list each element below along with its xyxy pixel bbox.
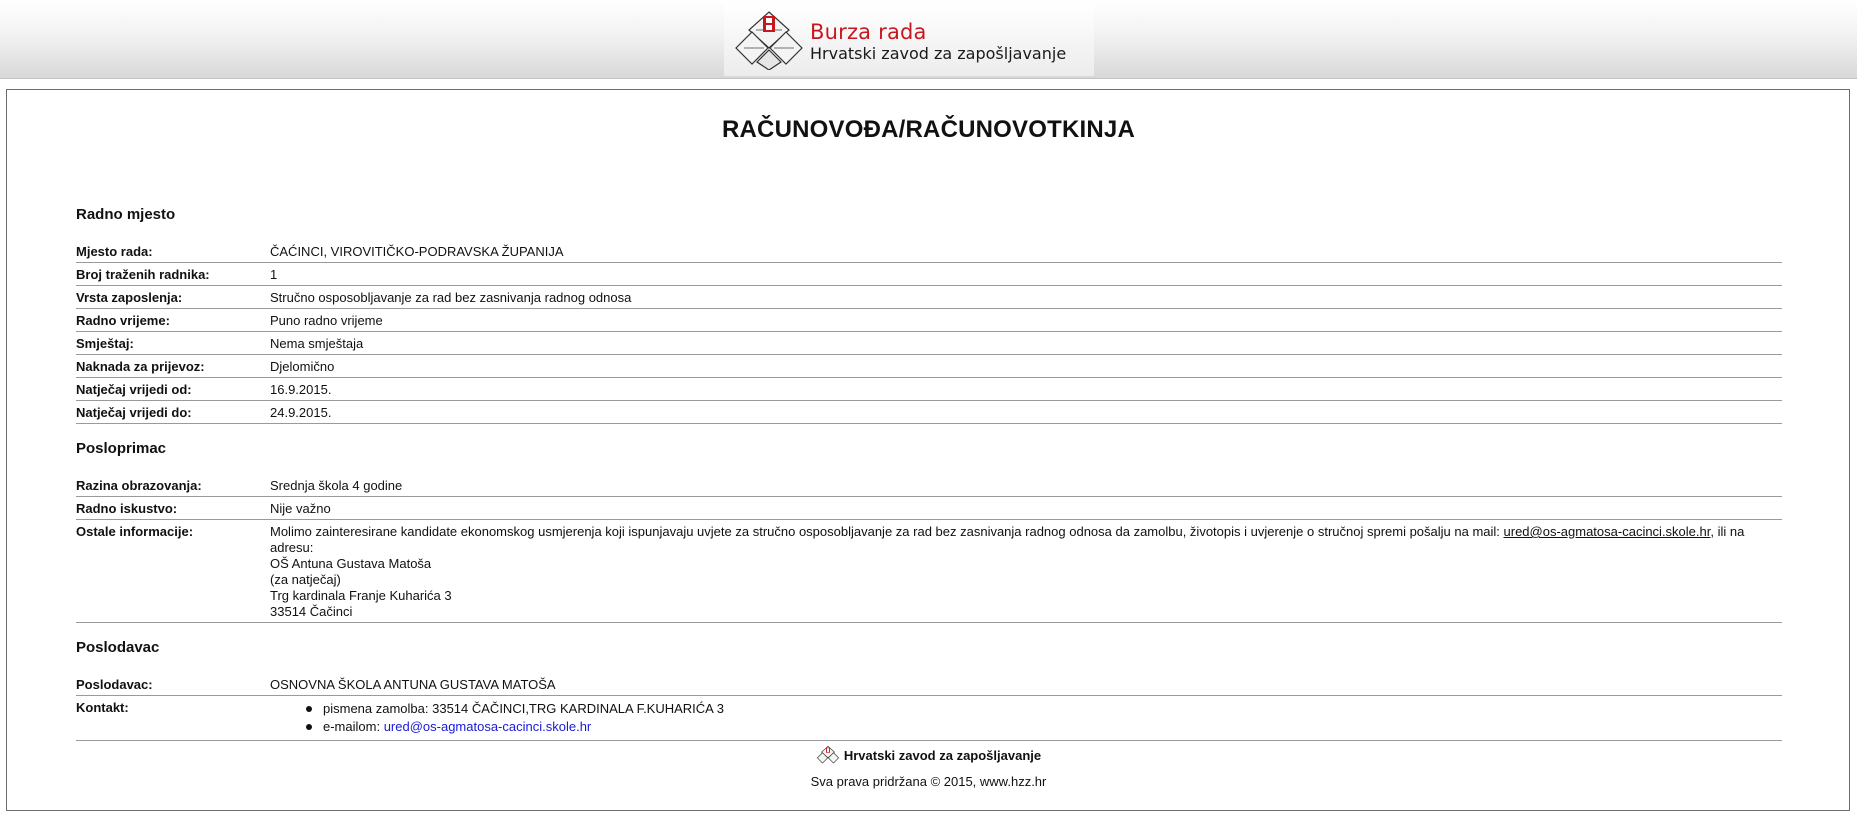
- brand-subtitle: Hrvatski zavod za zapošljavanje: [810, 44, 1067, 63]
- footer-org: Hrvatski zavod za zapošljavanje: [816, 745, 1041, 765]
- row-label: Ostale informacije:: [76, 524, 194, 539]
- row-value: ČAĆINCI, VIROVITIČKO-PODRAVSKA ŽUPANIJA: [270, 244, 564, 259]
- other-info-value: Molimo zainteresirane kandidate ekonomsk…: [270, 520, 1782, 622]
- page-title: RAČUNOVOĐA/RAČUNOVOTKINJA: [721, 116, 1135, 143]
- table-row: Ostale informacije: Molimo zainteresiran…: [76, 520, 1782, 623]
- list-item: e-mailom: ured@os-agmatosa-cacinci.skole…: [270, 718, 1782, 736]
- table-row: Vrsta zaposlenja: Stručno osposobljavanj…: [76, 286, 1782, 309]
- section-title-poslodavac: Poslodavac: [76, 639, 160, 656]
- table-row: Radno iskustvo: Nije važno: [76, 497, 1782, 520]
- row-label: Vrsta zaposlenja:: [76, 290, 183, 305]
- contact-value: pismena zamolba: 33514 ČAČINCI,TRG KARDI…: [270, 696, 1782, 740]
- table-row: Razina obrazovanja: Srednja škola 4 godi…: [76, 474, 1782, 497]
- email-link[interactable]: ured@os-agmatosa-cacinci.skole.hr: [1504, 524, 1711, 539]
- table-row: Kontakt: pismena zamolba: 33514 ČAČINCI,…: [76, 696, 1782, 741]
- row-value: Nema smještaja: [270, 336, 364, 351]
- top-banner: Burza rada Hrvatski zavod za zapošljavan…: [0, 0, 1857, 79]
- row-label: Radno vrijeme:: [76, 313, 170, 328]
- address-line: (za natječaj): [270, 572, 341, 587]
- poslodavac-table: Poslodavac: OSNOVNA ŠKOLA ANTUNA GUSTAVA…: [76, 673, 1782, 741]
- row-label: Natječaj vrijedi od:: [76, 382, 192, 397]
- row-value: 1: [270, 267, 278, 282]
- list-item: pismena zamolba: 33514 ČAČINCI,TRG KARDI…: [270, 700, 1782, 718]
- contact-email-prefix: e-mailom:: [323, 719, 384, 734]
- brand-logo[interactable]: Burza rada Hrvatski zavod za zapošljavan…: [724, 4, 1094, 76]
- row-value: Stručno osposobljavanje za rad bez zasni…: [270, 290, 632, 305]
- contact-list: pismena zamolba: 33514 ČAČINCI,TRG KARDI…: [270, 700, 1782, 738]
- table-row: Naknada za prijevoz: Djelomično: [76, 355, 1782, 378]
- section-title-posloprimac: Posloprimac: [76, 440, 167, 457]
- row-value: Srednja škola 4 godine: [270, 478, 403, 493]
- footer: Hrvatski zavod za zapošljavanje Sva prav…: [0, 745, 1857, 789]
- section-title-radno-mjesto: Radno mjesto: [76, 206, 176, 223]
- row-label: Naknada za prijevoz:: [76, 359, 205, 374]
- row-label: Razina obrazovanja:: [76, 478, 202, 493]
- hzz-logo-small-icon: [816, 745, 839, 764]
- address-line: 33514 Čačinci: [270, 604, 353, 619]
- contact-letter: pismena zamolba: 33514 ČAČINCI,TRG KARDI…: [323, 701, 724, 716]
- table-row: Smještaj: Nema smještaja: [76, 332, 1782, 355]
- row-value: 16.9.2015.: [270, 382, 332, 397]
- row-value: 24.9.2015.: [270, 405, 332, 420]
- other-info-text: Molimo zainteresirane kandidate ekonomsk…: [270, 524, 1504, 539]
- row-value: Djelomično: [270, 359, 335, 374]
- table-row: Natječaj vrijedi od: 16.9.2015.: [76, 378, 1782, 401]
- row-value: Puno radno vrijeme: [270, 313, 383, 328]
- row-label: Poslodavac:: [76, 677, 153, 692]
- radno-mjesto-table: Mjesto rada: ČAĆINCI, VIROVITIČKO-PODRAV…: [76, 240, 1782, 424]
- employer-value: OSNOVNA ŠKOLA ANTUNA GUSTAVA MATOŠA: [270, 677, 556, 692]
- address-line: Trg kardinala Franje Kuharića 3: [270, 588, 452, 603]
- table-row: Mjesto rada: ČAĆINCI, VIROVITIČKO-PODRAV…: [76, 240, 1782, 263]
- hzz-logo-icon: [735, 11, 803, 70]
- brand-title: Burza rada: [810, 20, 927, 44]
- footer-org-name: Hrvatski zavod za zapošljavanje: [843, 747, 1042, 763]
- row-label: Mjesto rada:: [76, 244, 153, 259]
- job-details: Radno mjesto Mjesto rada: ČAĆINCI, VIROV…: [76, 198, 1782, 741]
- table-row: Poslodavac: OSNOVNA ŠKOLA ANTUNA GUSTAVA…: [76, 673, 1782, 696]
- row-label: Broj traženih radnika:: [76, 267, 210, 282]
- footer-copyright: Sva prava pridržana © 2015, www.hzz.hr: [810, 774, 1047, 789]
- row-label: Smještaj:: [76, 336, 134, 351]
- contact-email-link[interactable]: ured@os-agmatosa-cacinci.skole.hr: [384, 719, 592, 734]
- table-row: Natječaj vrijedi do: 24.9.2015.: [76, 401, 1782, 424]
- row-label: Natječaj vrijedi do:: [76, 405, 192, 420]
- table-row: Radno vrijeme: Puno radno vrijeme: [76, 309, 1782, 332]
- row-label: Kontakt:: [76, 700, 129, 715]
- posloprimac-table: Razina obrazovanja: Srednja škola 4 godi…: [76, 474, 1782, 623]
- row-value: Nije važno: [270, 501, 331, 516]
- table-row: Broj traženih radnika: 1: [76, 263, 1782, 286]
- address-line: OŠ Antuna Gustava Matoša: [270, 556, 432, 571]
- row-label: Radno iskustvo:: [76, 501, 178, 516]
